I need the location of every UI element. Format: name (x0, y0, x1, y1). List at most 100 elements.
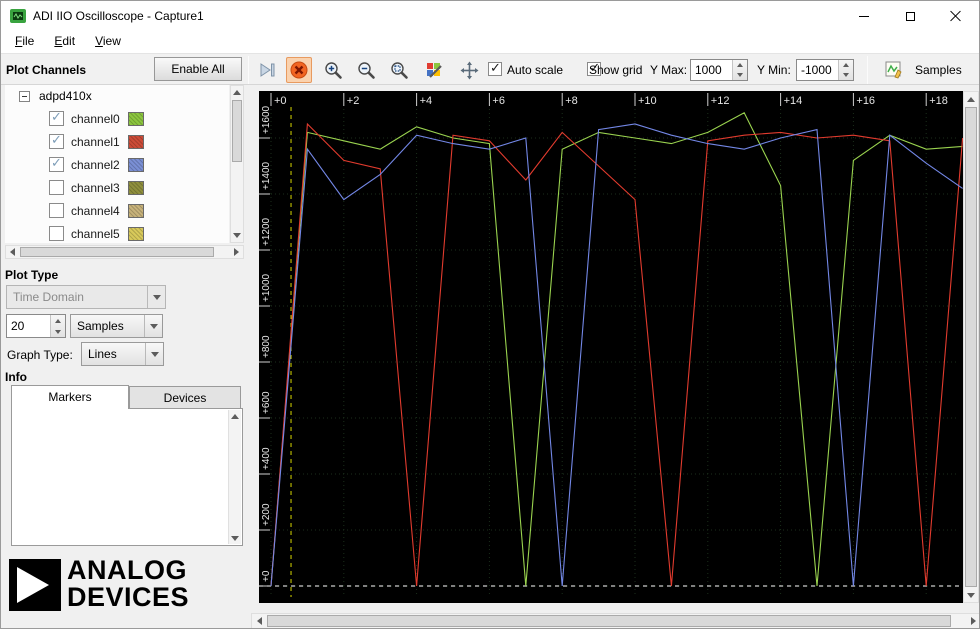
y-min-value: -1000 (797, 60, 838, 80)
minimize-button[interactable] (841, 1, 887, 31)
channel-checkbox[interactable] (49, 180, 64, 195)
y-max-spin-arrows[interactable] (732, 60, 747, 80)
channel-label: channel4 (71, 204, 128, 218)
channel-row[interactable]: channel5 (5, 222, 229, 243)
scroll-up-icon[interactable] (229, 410, 241, 422)
capture-stop-button[interactable] (286, 57, 312, 83)
scroll-up-icon[interactable] (231, 86, 243, 99)
y-min-label: Y Min: (757, 63, 791, 77)
logo-line1: ANALOG (67, 557, 189, 584)
sample-unit-combo[interactable]: Samples (70, 314, 163, 338)
channel-row[interactable]: channel4 (5, 199, 229, 222)
scrollbar-thumb[interactable] (232, 100, 242, 162)
sample-count-spinbox[interactable]: 20 (6, 314, 66, 338)
menu-edit[interactable]: Edit (44, 31, 85, 53)
svg-text:+4: +4 (420, 95, 433, 107)
scroll-down-icon[interactable] (231, 229, 243, 242)
channel-checkbox[interactable] (49, 157, 64, 172)
channel-checkbox[interactable] (49, 111, 64, 126)
tab-markers[interactable]: Markers (11, 385, 129, 409)
zoom-fit-button[interactable] (386, 57, 412, 83)
logo-triangle-icon (17, 567, 49, 603)
samples-button-label: Samples (915, 63, 962, 77)
plot-type-label: Plot Type (5, 268, 58, 282)
scroll-right-icon[interactable] (230, 246, 243, 258)
scrollbar-thumb[interactable] (965, 107, 977, 587)
channel-row[interactable]: channel0 (5, 107, 229, 130)
svg-text:+600: +600 (261, 391, 272, 414)
scroll-down-icon[interactable] (964, 588, 978, 602)
menu-view[interactable]: View (85, 31, 131, 53)
scrollbar-thumb[interactable] (20, 247, 214, 257)
scroll-down-icon[interactable] (229, 532, 241, 544)
channel-color-swatch (128, 135, 144, 149)
tab-devices[interactable]: Devices (129, 386, 241, 409)
channel-checkbox[interactable] (49, 226, 64, 241)
toolbar-separator (867, 56, 868, 84)
scroll-up-icon[interactable] (964, 92, 978, 106)
toolbar-separator (248, 56, 249, 84)
channel-checkbox[interactable] (49, 203, 64, 218)
chevron-down-icon (145, 343, 163, 365)
channel-row[interactable]: channel3 (5, 176, 229, 199)
channel-color-swatch (128, 112, 144, 126)
plot-horizontal-scrollbar[interactable] (251, 613, 980, 629)
sample-count-spin-arrows[interactable] (50, 315, 65, 337)
app-window: ADI IIO Oscilloscope - Capture1 File Edi… (0, 0, 980, 629)
info-vertical-scrollbar[interactable] (228, 410, 241, 544)
graph-type-combo[interactable]: Lines (81, 342, 164, 366)
plot-settings-button[interactable] (421, 57, 447, 83)
channel-row[interactable]: channel2 (5, 153, 229, 176)
analog-devices-logo-icon (9, 559, 61, 611)
y-max-spinbox[interactable]: 1000 (690, 59, 748, 81)
svg-text:+1200: +1200 (261, 217, 272, 246)
new-plot-icon (884, 60, 904, 80)
new-plot-button[interactable] (881, 57, 907, 83)
pan-button[interactable] (456, 57, 482, 83)
plot-svg[interactable]: +0+2+4+6+8+10+12+14+16+18+0+200+400+600+… (259, 91, 963, 603)
scrollbar-thumb[interactable] (267, 615, 951, 627)
plot-settings-icon (425, 61, 444, 80)
svg-text:+800: +800 (261, 335, 272, 358)
svg-text:+0: +0 (274, 95, 287, 107)
close-button[interactable] (933, 1, 979, 31)
svg-text:+1600: +1600 (261, 105, 272, 134)
oscilloscope-plot[interactable]: +0+2+4+6+8+10+12+14+16+18+0+200+400+600+… (259, 91, 963, 603)
title-bar: ADI IIO Oscilloscope - Capture1 (1, 1, 979, 31)
enable-all-button[interactable]: Enable All (154, 57, 242, 81)
y-min-spinbox[interactable]: -1000 (796, 59, 854, 81)
zoom-in-button[interactable] (320, 57, 346, 83)
channel-tree: adpd410x channel0 channel1 channel2 chan… (5, 85, 229, 243)
svg-text:+2: +2 (347, 95, 360, 107)
auto-scale-checkbox[interactable] (488, 62, 502, 76)
scroll-left-icon[interactable] (252, 614, 266, 628)
minimize-icon (859, 16, 869, 17)
channel-row[interactable]: channel1 (5, 130, 229, 153)
channel-checkbox[interactable] (49, 134, 64, 149)
scroll-left-icon[interactable] (6, 246, 19, 258)
svg-text:+1000: +1000 (261, 273, 272, 302)
scroll-right-icon[interactable] (966, 614, 980, 628)
tree-vertical-scrollbar[interactable] (230, 85, 244, 243)
show-grid-label: Show grid (589, 63, 642, 77)
tree-collapse-icon[interactable] (19, 91, 30, 102)
close-icon (950, 10, 962, 22)
tree-device-row[interactable]: adpd410x (5, 85, 229, 107)
zoom-fit-icon (390, 61, 409, 80)
svg-text:+10: +10 (638, 95, 657, 107)
svg-text:+6: +6 (492, 95, 505, 107)
plot-vertical-scrollbar[interactable] (963, 91, 979, 603)
channel-label: channel2 (71, 158, 128, 172)
plot-type-combo[interactable]: Time Domain (6, 285, 166, 309)
y-min-spin-arrows[interactable] (838, 60, 853, 80)
maximize-button[interactable] (887, 1, 933, 31)
y-max-label: Y Max: (650, 63, 687, 77)
zoom-out-button[interactable] (353, 57, 379, 83)
menu-file[interactable]: File (5, 31, 44, 53)
channel-color-swatch (128, 181, 144, 195)
capture-play-button[interactable] (254, 57, 280, 83)
svg-text:+1400: +1400 (261, 161, 272, 190)
chevron-down-icon (144, 315, 162, 337)
capture-play-icon (258, 61, 276, 79)
tree-horizontal-scrollbar[interactable] (5, 245, 244, 259)
